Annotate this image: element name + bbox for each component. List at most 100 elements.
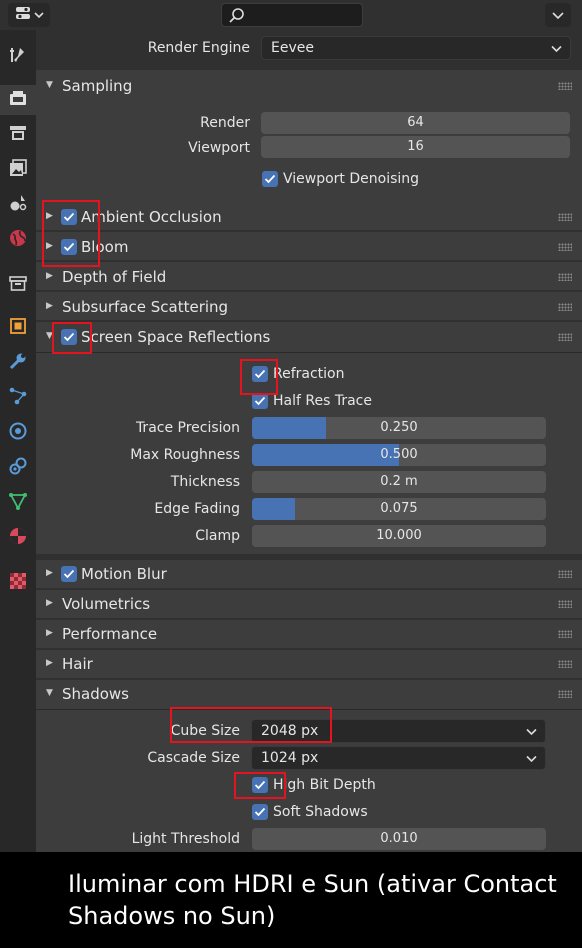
sampling-title: Sampling [62, 77, 133, 95]
tab-constraints[interactable] [3, 453, 33, 483]
bloom-header[interactable]: ▶ Bloom [36, 232, 582, 262]
render-icon [8, 88, 28, 112]
tab-texture[interactable] [3, 568, 33, 598]
tab-physics[interactable] [3, 418, 33, 448]
max-roughness-slider[interactable]: 0.500 [252, 444, 546, 466]
viewport-samples-label: Viewport [188, 140, 250, 156]
data-icon [8, 491, 28, 515]
drag-handle-icon[interactable] [558, 303, 572, 311]
sampling-header[interactable]: ▼ Sampling [36, 71, 582, 101]
edge-fading-value: 0.075 [380, 501, 418, 516]
editor-type-button[interactable] [8, 3, 50, 27]
collapsed-arrow-icon: ▶ [46, 628, 53, 638]
light-threshold-label: Light Threshold [131, 831, 240, 847]
render-properties: Render Engine Eevee ▼ Sampling Render 64… [36, 30, 582, 852]
ambient-occlusion-header[interactable]: ▶ Ambient Occlusion [36, 202, 582, 232]
light-threshold-field[interactable]: 0.010 [252, 828, 546, 850]
checkmark-icon [252, 804, 268, 820]
half-res-trace-label: Half Res Trace [273, 393, 372, 409]
render-engine-label: Render Engine [147, 40, 250, 56]
output-icon [8, 123, 28, 147]
edge-fading-slider[interactable]: 0.075 [252, 498, 546, 520]
shadows-header[interactable]: ▼ Shadows [36, 679, 582, 709]
light-threshold-value: 0.010 [380, 831, 418, 846]
motion-blur-title: Motion Blur [81, 565, 167, 583]
motion-blur-checkbox[interactable] [61, 566, 77, 582]
tab-tool[interactable] [3, 42, 33, 72]
cascade-size-label: Cascade Size [147, 750, 240, 766]
modifier-icon [8, 351, 28, 375]
search-input[interactable] [221, 3, 363, 27]
tab-world[interactable] [3, 225, 33, 255]
properties-editor-icon [15, 6, 31, 24]
viewport-samples-field[interactable]: 16 [261, 136, 570, 158]
collapsed-arrow-icon: ▶ [46, 568, 53, 578]
world-icon [8, 228, 28, 252]
trace-precision-label: Trace Precision [135, 420, 240, 436]
collapsed-arrow-icon: ▶ [46, 271, 53, 281]
tab-object[interactable] [3, 313, 33, 343]
constraints-icon [8, 456, 28, 480]
tab-collection[interactable] [3, 270, 33, 300]
render-engine-dropdown[interactable]: Eevee [261, 36, 571, 60]
volumetrics-title: Volumetrics [62, 595, 151, 613]
volumetrics-header[interactable]: ▶ Volumetrics [36, 589, 582, 619]
ssr-header[interactable]: ▼ Screen Space Reflections [36, 322, 582, 352]
render-samples-value: 64 [407, 115, 424, 130]
soft-shadows-checkbox[interactable]: Soft Shadows [252, 804, 368, 820]
highlight-box [42, 200, 100, 267]
drag-handle-icon[interactable] [558, 273, 572, 281]
drag-handle-icon[interactable] [558, 333, 572, 341]
tab-output[interactable] [3, 120, 33, 150]
viewport-samples-value: 16 [407, 139, 424, 154]
motion-blur-header[interactable]: ▶ Motion Blur [36, 559, 582, 589]
scene-icon [8, 193, 28, 217]
material-icon [8, 526, 28, 550]
thickness-value: 0.2 m [380, 474, 418, 489]
drag-handle-icon[interactable] [558, 660, 572, 668]
max-roughness-label: Max Roughness [130, 447, 240, 463]
tab-render[interactable] [0, 85, 36, 115]
tab-data[interactable] [3, 488, 33, 518]
properties-tabs [0, 30, 36, 852]
view-layer-icon [8, 158, 28, 182]
viewport-denoising-checkbox[interactable]: Viewport Denoising [262, 171, 419, 187]
tab-modifier[interactable] [3, 348, 33, 378]
drag-handle-icon[interactable] [558, 213, 572, 221]
drag-handle-icon[interactable] [558, 690, 572, 698]
collection-icon [8, 273, 28, 297]
refraction-label: Refraction [273, 366, 345, 382]
edge-fading-label: Edge Fading [154, 501, 240, 517]
half-res-trace-checkbox[interactable]: Half Res Trace [252, 393, 372, 409]
clamp-field[interactable]: 10.000 [252, 525, 546, 547]
performance-header[interactable]: ▶ Performance [36, 619, 582, 649]
tab-scene[interactable] [3, 190, 33, 220]
render-samples-field[interactable]: 64 [261, 112, 570, 134]
viewport-denoising-label: Viewport Denoising [283, 171, 420, 187]
hair-header[interactable]: ▶ Hair [36, 649, 582, 679]
depth-of-field-title: Depth of Field [62, 268, 167, 286]
subsurface-title: Subsurface Scattering [62, 298, 229, 316]
highlight-box [234, 772, 286, 799]
checkmark-icon [262, 171, 278, 187]
tab-view-layer[interactable] [3, 155, 33, 185]
drag-handle-icon[interactable] [558, 570, 572, 578]
drag-handle-icon[interactable] [558, 82, 572, 90]
tab-particles[interactable] [3, 383, 33, 413]
collapsed-arrow-icon: ▶ [46, 598, 53, 608]
depth-of-field-header[interactable]: ▶ Depth of Field [36, 262, 582, 292]
render-samples-label: Render [200, 115, 250, 131]
tab-material[interactable] [3, 523, 33, 553]
thickness-field[interactable]: 0.2 m [252, 471, 546, 493]
chevron-down-icon [33, 7, 44, 23]
drag-handle-icon[interactable] [558, 630, 572, 638]
drag-handle-icon[interactable] [558, 243, 572, 251]
drag-handle-icon[interactable] [558, 600, 572, 608]
cascade-size-dropdown[interactable]: 1024 px [251, 746, 546, 770]
clamp-value: 10.000 [376, 528, 422, 543]
thickness-label: Thickness [170, 474, 240, 490]
subsurface-header[interactable]: ▶ Subsurface Scattering [36, 292, 582, 322]
options-button[interactable] [545, 3, 571, 27]
checkmark-icon [252, 393, 268, 409]
trace-precision-slider[interactable]: 0.250 [252, 417, 546, 439]
